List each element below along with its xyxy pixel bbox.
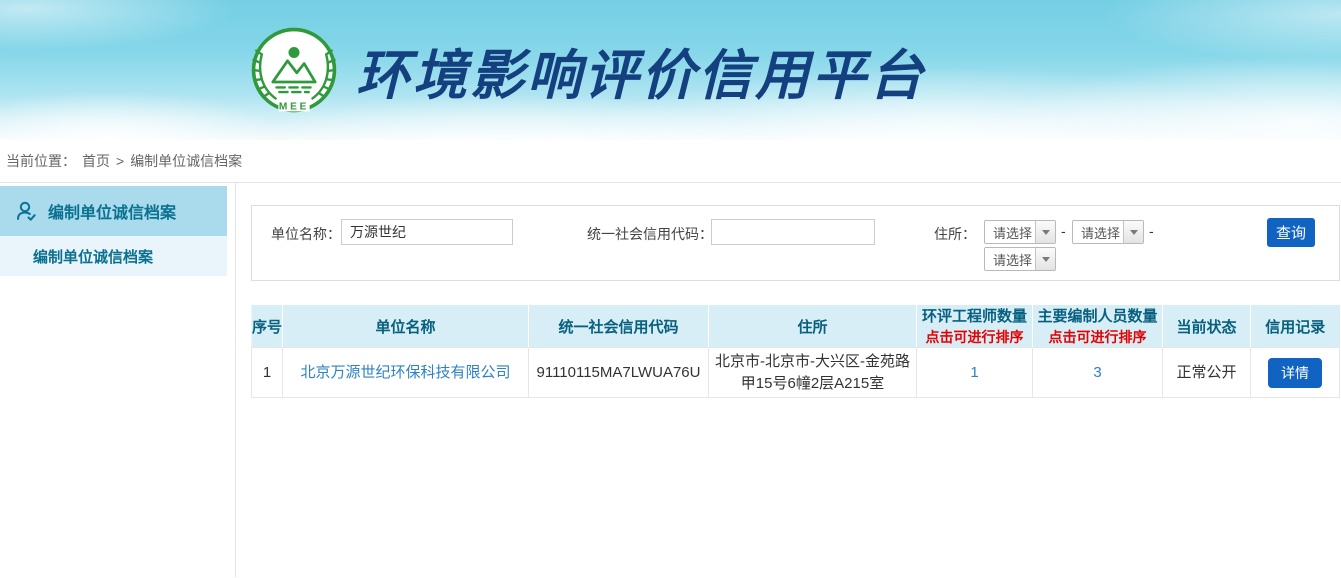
search-form: 单位名称： 统一社会信用代码： 住所： 请选择 - 请选择 - 请选择 [251,205,1340,281]
main-content: 单位名称： 统一社会信用代码： 住所： 请选择 - 请选择 - 请选择 [236,183,1341,577]
breadcrumb-location-label: 当前位置： [6,151,76,171]
unit-name-input[interactable] [341,219,513,245]
cell-status: 正常公开 [1163,348,1251,398]
address-district-value: 请选择 [985,250,1035,269]
unit-name-link[interactable]: 北京万源世纪环保科技有限公司 [300,364,510,381]
sidebar-item-unit-credit-archive[interactable]: 编制单位诚信档案 [0,186,227,236]
page: MEE 环境影响评价信用平台 当前位置： 首页 > 编制单位诚信档案 编制单位诚… [0,0,1341,578]
address-province-value: 请选择 [985,223,1035,242]
address-separator: - [1149,223,1154,239]
user-check-icon [14,199,38,223]
site-banner: MEE 环境影响评价信用平台 [0,0,1341,140]
cell-address: 北京市-北京市-大兴区-金苑路甲15号6幢2层A215室 [709,348,917,398]
col-engineer-count-label: 环评工程师数量 [917,305,1032,326]
col-seq: 序号 [252,305,283,348]
col-engineer-sort-hint: 点击可进行排序 [917,327,1032,347]
content-layout: 编制单位诚信档案 编制单位诚信档案 单位名称： 统一社会信用代码： 住所： 请选… [0,183,1341,577]
address-separator: - [1061,223,1066,239]
detail-button[interactable]: 详情 [1268,358,1322,388]
col-credit-record: 信用记录 [1251,305,1340,348]
breadcrumb-current: 编制单位诚信档案 [130,151,242,171]
breadcrumb-separator: > [116,153,124,169]
address-district-select[interactable]: 请选择 [984,247,1056,271]
sidebar-item-label: 编制单位诚信档案 [48,199,176,223]
col-status: 当前状态 [1163,305,1251,348]
credit-code-label: 统一社会信用代码： [587,224,713,244]
chevron-down-icon[interactable] [1123,221,1143,243]
sidebar: 编制单位诚信档案 编制单位诚信档案 [0,183,236,577]
address-city-select[interactable]: 请选择 [1072,220,1144,244]
staff-count-link[interactable]: 3 [1093,364,1101,381]
mee-logo-icon: MEE [248,24,340,116]
breadcrumb-home-link[interactable]: 首页 [82,151,110,171]
credit-code-input[interactable] [711,219,875,245]
address-province-select[interactable]: 请选择 [984,220,1056,244]
chevron-down-icon[interactable] [1035,248,1055,270]
chevron-down-icon[interactable] [1035,221,1055,243]
svg-text:MEE: MEE [279,102,309,113]
address-city-value: 请选择 [1073,223,1123,242]
col-credit-code: 统一社会信用代码 [529,305,709,348]
address-label: 住所： [934,224,976,244]
results-table: 序号 单位名称 统一社会信用代码 住所 环评工程师数量 点击可进行排序 主要编制… [251,305,1340,398]
sidebar-subitem-label: 编制单位诚信档案 [33,246,153,267]
table-header-row: 序号 单位名称 统一社会信用代码 住所 环评工程师数量 点击可进行排序 主要编制… [252,305,1340,348]
col-staff-count-label: 主要编制人员数量 [1033,305,1162,326]
cell-seq: 1 [252,348,283,398]
table-row: 1 北京万源世纪环保科技有限公司 91110115MA7LWUA76U 北京市-… [252,348,1340,398]
col-unit-name: 单位名称 [283,305,529,348]
breadcrumb: 当前位置： 首页 > 编制单位诚信档案 [0,140,1341,183]
page-title: 环境影响评价信用平台 [356,31,926,110]
engineer-count-link[interactable]: 1 [970,364,978,381]
cell-credit-code: 91110115MA7LWUA76U [529,348,709,398]
col-address: 住所 [709,305,917,348]
col-staff-sort-hint: 点击可进行排序 [1033,327,1162,347]
query-button[interactable]: 查询 [1267,218,1315,247]
col-staff-count-sortable[interactable]: 主要编制人员数量 点击可进行排序 [1033,305,1163,348]
sidebar-subitem-unit-credit-archive[interactable]: 编制单位诚信档案 [0,236,227,276]
unit-name-label: 单位名称： [271,224,341,244]
col-engineer-count-sortable[interactable]: 环评工程师数量 点击可进行排序 [917,305,1033,348]
